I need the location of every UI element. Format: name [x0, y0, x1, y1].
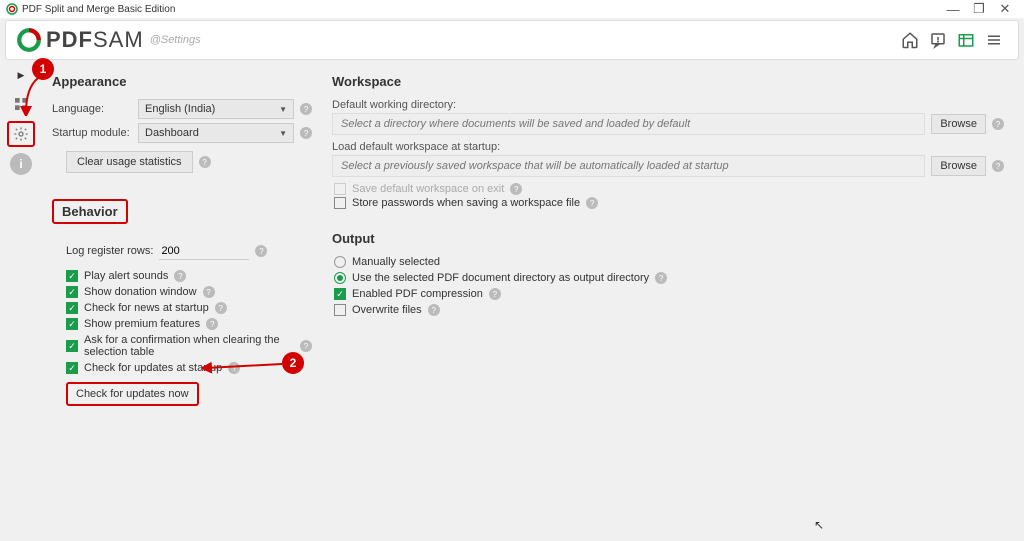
output-title: Output: [332, 231, 1004, 246]
menu-button[interactable]: [980, 26, 1008, 54]
breadcrumb: @Settings: [150, 34, 201, 46]
startup-module-select[interactable]: Dashboard▼: [138, 123, 294, 143]
help-icon[interactable]: ?: [228, 362, 240, 374]
close-button[interactable]: ✕: [992, 1, 1018, 17]
play-sounds-label: Play alert sounds: [84, 270, 168, 282]
play-sounds-checkbox[interactable]: ✓: [66, 270, 78, 282]
pdf-compression-label: Enabled PDF compression: [352, 288, 483, 300]
help-icon[interactable]: ?: [992, 160, 1004, 172]
news-button[interactable]: [952, 26, 980, 54]
chevron-down-icon: ▼: [279, 105, 287, 114]
pdf-compression-checkbox[interactable]: ✓: [334, 288, 346, 300]
help-icon[interactable]: ?: [206, 318, 218, 330]
save-on-exit-checkbox: [334, 183, 346, 195]
chevron-down-icon: ▼: [279, 129, 287, 138]
logo-text-main: PDF: [46, 27, 93, 52]
updates-startup-label: Check for updates at startup: [84, 362, 222, 374]
workspace-title: Workspace: [332, 74, 1004, 89]
load-workspace-input[interactable]: [332, 155, 925, 177]
annotation-badge-2: 2: [282, 352, 304, 374]
sidebar-info-button[interactable]: i: [7, 151, 35, 177]
store-passwords-checkbox[interactable]: [334, 197, 346, 209]
output-selected-dir-label: Use the selected PDF document directory …: [352, 272, 649, 284]
startup-module-label: Startup module:: [52, 127, 132, 139]
check-news-checkbox[interactable]: ✓: [66, 302, 78, 314]
donation-window-checkbox[interactable]: ✓: [66, 286, 78, 298]
settings-right-column: Workspace Default working directory: Bro…: [332, 74, 1014, 527]
output-selected-dir-radio[interactable]: [334, 272, 346, 284]
clear-usage-stats-button[interactable]: Clear usage statistics: [66, 151, 193, 173]
appearance-title: Appearance: [52, 74, 312, 89]
annotation-badge-1: 1: [32, 58, 54, 80]
load-workspace-label: Load default workspace at startup:: [332, 141, 1004, 153]
sidebar-dashboard-button[interactable]: [7, 91, 35, 117]
default-dir-label: Default working directory:: [332, 99, 1004, 111]
notifications-button[interactable]: [924, 26, 952, 54]
help-icon[interactable]: ?: [215, 302, 227, 314]
confirm-clear-label: Ask for a confirmation when clearing the…: [84, 334, 294, 358]
behavior-title: Behavior: [52, 199, 128, 224]
browse-workspace-button[interactable]: Browse: [931, 156, 986, 176]
help-icon[interactable]: ?: [510, 183, 522, 195]
language-label: Language:: [52, 103, 132, 115]
help-icon[interactable]: ?: [300, 127, 312, 139]
help-icon[interactable]: ?: [174, 270, 186, 282]
sidebar: ▶ i 1: [0, 60, 42, 541]
help-icon[interactable]: ?: [586, 197, 598, 209]
app-header: PDFSAM @Settings: [5, 20, 1019, 60]
logo-text-sub: SAM: [93, 27, 144, 52]
help-icon[interactable]: ?: [655, 272, 667, 284]
app-icon: [6, 3, 18, 15]
check-news-label: Check for news at startup: [84, 302, 209, 314]
home-button[interactable]: [896, 26, 924, 54]
sidebar-settings-button[interactable]: [7, 121, 35, 147]
help-icon[interactable]: ?: [255, 245, 267, 257]
save-on-exit-label: Save default workspace on exit: [352, 183, 504, 195]
store-passwords-label: Store passwords when saving a workspace …: [352, 197, 580, 209]
output-manual-radio[interactable]: [334, 256, 346, 268]
check-updates-now-button[interactable]: Check for updates now: [66, 382, 199, 406]
overwrite-files-label: Overwrite files: [352, 304, 422, 316]
help-icon[interactable]: ?: [300, 103, 312, 115]
browse-dir-button[interactable]: Browse: [931, 114, 986, 134]
premium-features-checkbox[interactable]: ✓: [66, 318, 78, 330]
overwrite-files-checkbox[interactable]: [334, 304, 346, 316]
window-title: PDF Split and Merge Basic Edition: [22, 4, 940, 15]
updates-startup-checkbox[interactable]: ✓: [66, 362, 78, 374]
help-icon[interactable]: ?: [203, 286, 215, 298]
help-icon[interactable]: ?: [992, 118, 1004, 130]
donation-window-label: Show donation window: [84, 286, 197, 298]
maximize-button[interactable]: ❐: [966, 1, 992, 17]
log-rows-input[interactable]: [159, 242, 249, 260]
log-rows-label: Log register rows:: [66, 245, 153, 257]
app-logo: PDFSAM: [16, 27, 144, 53]
language-select[interactable]: English (India)▼: [138, 99, 294, 119]
minimize-button[interactable]: —: [940, 2, 966, 17]
help-icon[interactable]: ?: [428, 304, 440, 316]
default-dir-input[interactable]: [332, 113, 925, 135]
window-titlebar: PDF Split and Merge Basic Edition — ❐ ✕: [0, 0, 1024, 18]
cursor-icon: ↖: [814, 518, 824, 532]
confirm-clear-checkbox[interactable]: ✓: [66, 340, 78, 352]
help-icon[interactable]: ?: [199, 156, 211, 168]
settings-left-column: Appearance Language: English (India)▼ ? …: [52, 74, 312, 527]
help-icon[interactable]: ?: [489, 288, 501, 300]
sidebar-expand-icon[interactable]: ▶: [18, 70, 25, 81]
help-icon[interactable]: ?: [300, 340, 312, 352]
premium-features-label: Show premium features: [84, 318, 200, 330]
output-manual-label: Manually selected: [352, 256, 440, 268]
logo-icon: [16, 27, 42, 53]
